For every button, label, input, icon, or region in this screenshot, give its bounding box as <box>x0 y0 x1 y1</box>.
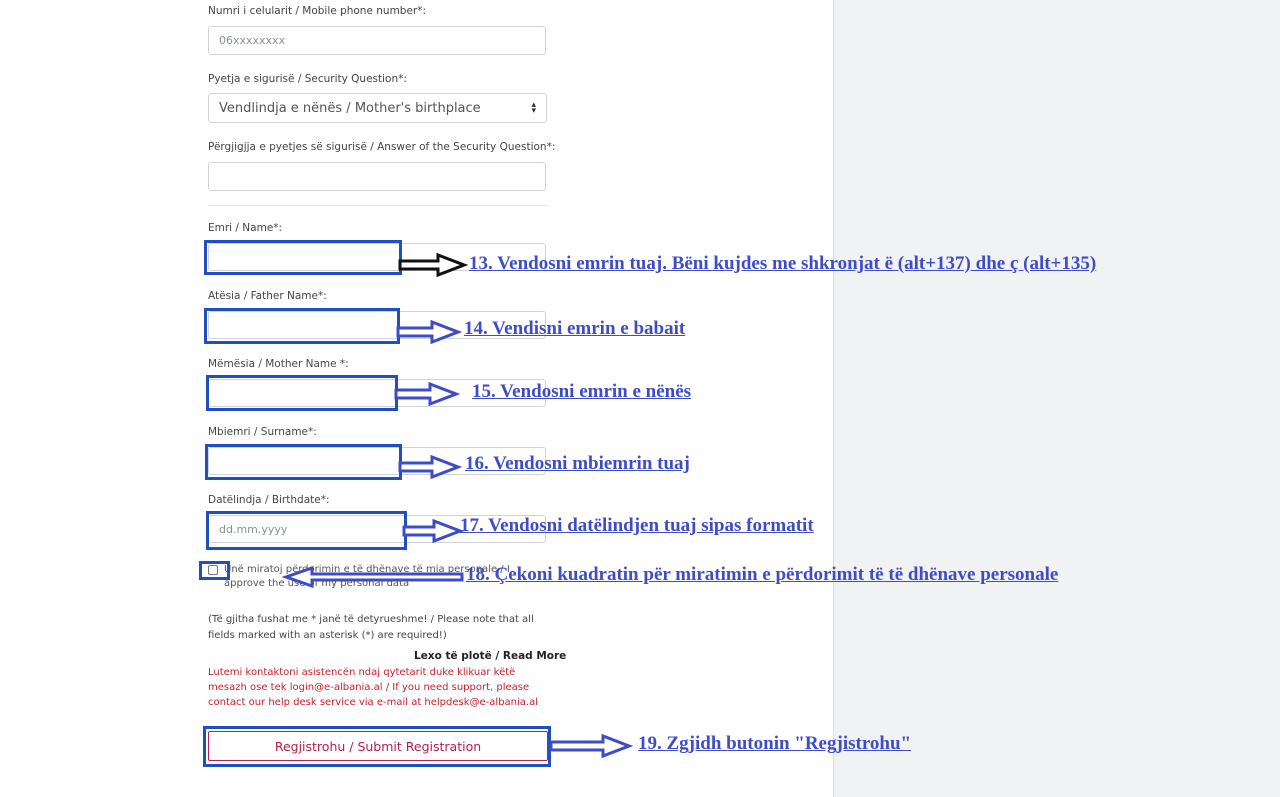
read-more-link[interactable]: Lexo të plotë / Read More <box>414 650 566 662</box>
name-highlight-box <box>204 240 402 275</box>
arrow-19-icon <box>549 734 633 758</box>
father-name-highlight-box <box>204 308 400 344</box>
select-arrows-icon: ▴ ▾ <box>531 100 536 116</box>
annotation-16: 16. Vendosni mbiemrin tuaj <box>465 453 690 474</box>
father-name-label: Atësia / Father Name*: <box>208 290 327 302</box>
arrow-14-icon <box>396 320 462 344</box>
submit-highlight-box <box>203 726 551 767</box>
security-answer-label: Përgjigjja e pyetjes së sigurisë / Answe… <box>208 141 556 153</box>
security-question-value: Vendlindja e nënës / Mother's birthplace <box>219 100 481 116</box>
support-contact-text[interactable]: Lutemi kontaktoni asistencën ndaj qyteta… <box>208 665 553 710</box>
arrow-18-icon <box>281 566 464 588</box>
annotation-13: 13. Vendosni emrin tuaj. Bëni kujdes me … <box>469 253 1097 274</box>
security-question-select[interactable]: Vendlindja e nënës / Mother's birthplace… <box>208 93 547 123</box>
right-gray-panel <box>833 0 1280 797</box>
annotation-18: 18. Çekoni kuadratin për miratimin e për… <box>466 564 1059 585</box>
required-fields-note: (Të gjitha fushat me * janë të detyruesh… <box>208 614 534 641</box>
surname-highlight-box <box>205 444 402 480</box>
annotation-19: 19. Zgjidh butonin "Regjistrohu" <box>638 733 912 754</box>
annotation-15: 15. Vendosni emrin e nënës <box>472 381 692 402</box>
annotation-14: 14. Vendisni emrin e babait <box>464 318 686 339</box>
arrow-13-icon <box>398 253 468 277</box>
name-label: Emri / Name*: <box>208 222 283 234</box>
mother-name-highlight-box <box>206 375 398 411</box>
security-answer-input[interactable] <box>208 162 546 191</box>
mother-name-label: Mëmësia / Mother Name *: <box>208 358 349 370</box>
arrow-17-icon <box>402 519 464 543</box>
annotation-17: 17. Vendosni datëlindjen tuaj sipas form… <box>460 515 814 536</box>
birthdate-highlight-box <box>206 511 407 550</box>
birthdate-label: Datëlindja / Birthdate*: <box>208 494 330 506</box>
surname-label: Mbiemri / Surname*: <box>208 426 317 438</box>
phone-label: Numri i celularit / Mobile phone number*… <box>208 5 427 17</box>
arrow-16-icon <box>398 455 462 479</box>
phone-input[interactable] <box>208 26 546 55</box>
divider <box>208 205 548 206</box>
security-question-label: Pyetja e sigurisë / Security Question*: <box>208 73 407 85</box>
arrow-15-icon <box>394 382 460 406</box>
